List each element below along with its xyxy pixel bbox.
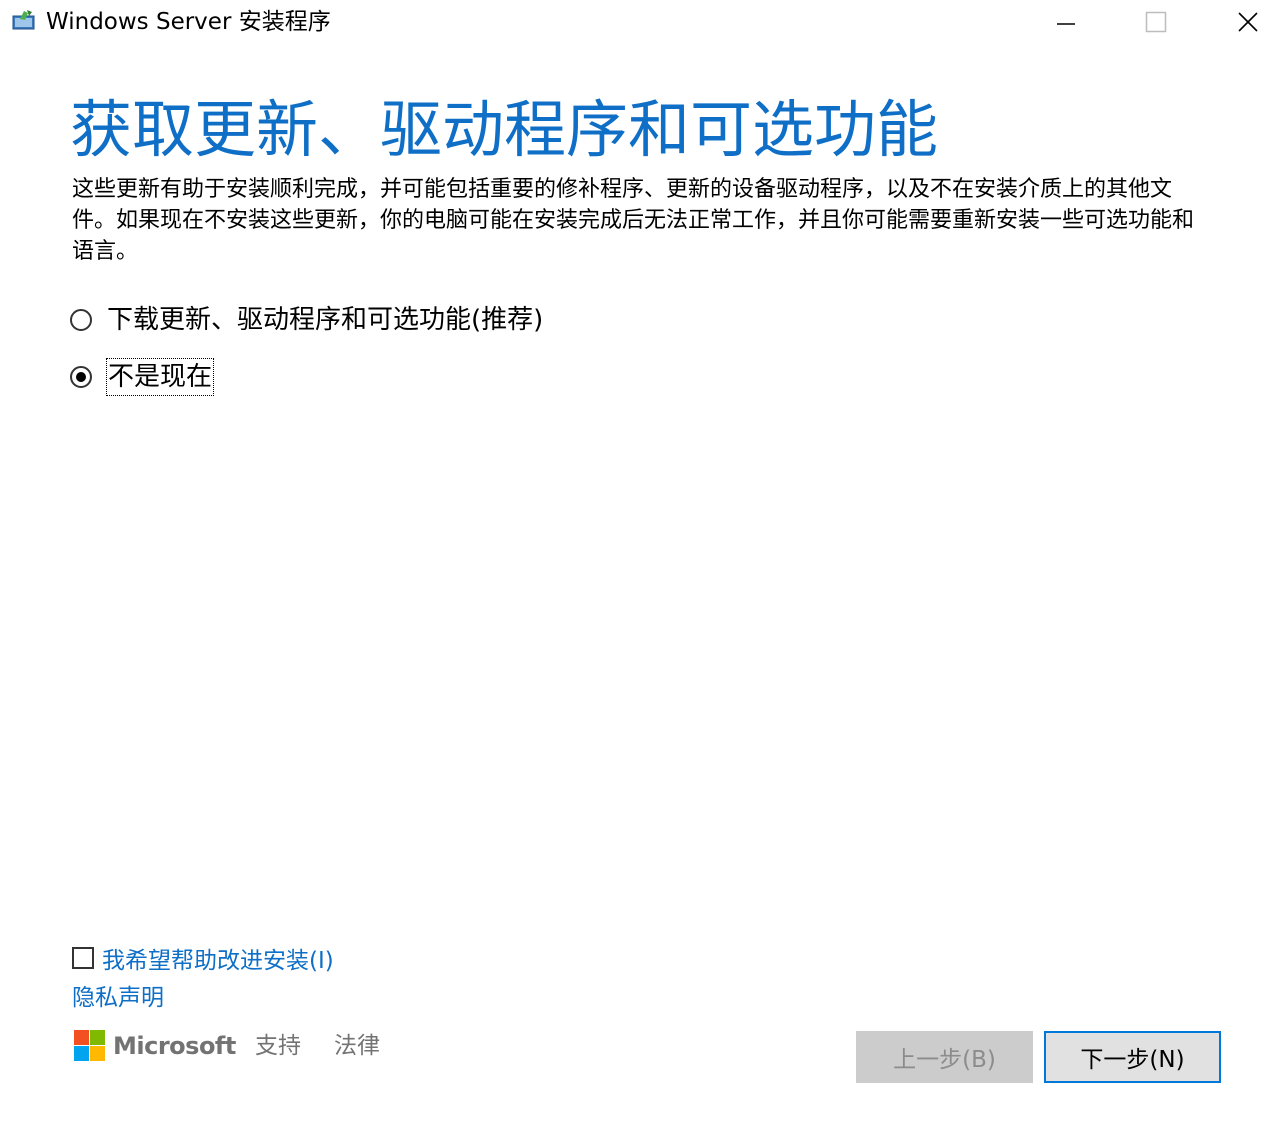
next-button[interactable]: 下一步(N) [1044,1031,1221,1083]
page-description: 这些更新有助于安装顺利完成，并可能包括重要的修补程序、更新的设备驱动程序，以及不… [72,177,1195,264]
option-not-now[interactable]: 不是现在 [70,357,215,397]
microsoft-brand-name: Microsoft [113,1031,236,1060]
improve-setup-label[interactable]: 我希望帮助改进安装(I) [102,941,334,975]
close-button[interactable] [1218,0,1278,44]
microsoft-logo-icon [74,1030,105,1061]
privacy-statement-link[interactable]: 隐私声明 [72,982,164,1014]
legal-link[interactable]: 法律 [334,1030,380,1062]
minimize-icon [1057,23,1075,25]
setup-app-icon [12,10,35,30]
option-not-now-label[interactable]: 不是现在 [105,358,215,396]
improve-setup-checkbox[interactable] [72,947,94,969]
improve-setup-row[interactable]: 我希望帮助改进安装(I) [72,940,334,976]
back-button[interactable]: 上一步(B) [856,1031,1033,1083]
microsoft-logo: Microsoft [74,1030,236,1061]
radio-not-now[interactable] [70,366,92,388]
maximize-icon [1145,11,1167,33]
setup-window: Windows Server 安装程序 获取更新、驱动程序和可选功能 这些更新有… [0,0,1288,1126]
radio-download-updates[interactable] [70,309,92,331]
title-bar: Windows Server 安装程序 [0,0,1288,46]
option-download-updates-label[interactable]: 下载更新、驱动程序和可选功能(推荐) [107,302,543,338]
window-title: Windows Server 安装程序 [46,9,331,35]
close-icon [1238,12,1258,32]
option-download-updates[interactable]: 下载更新、驱动程序和可选功能(推荐) [70,300,543,340]
minimize-button[interactable] [1036,0,1096,44]
support-link[interactable]: 支持 [255,1030,301,1062]
page-title: 获取更新、驱动程序和可选功能 [70,93,939,166]
maximize-button[interactable] [1126,0,1186,44]
